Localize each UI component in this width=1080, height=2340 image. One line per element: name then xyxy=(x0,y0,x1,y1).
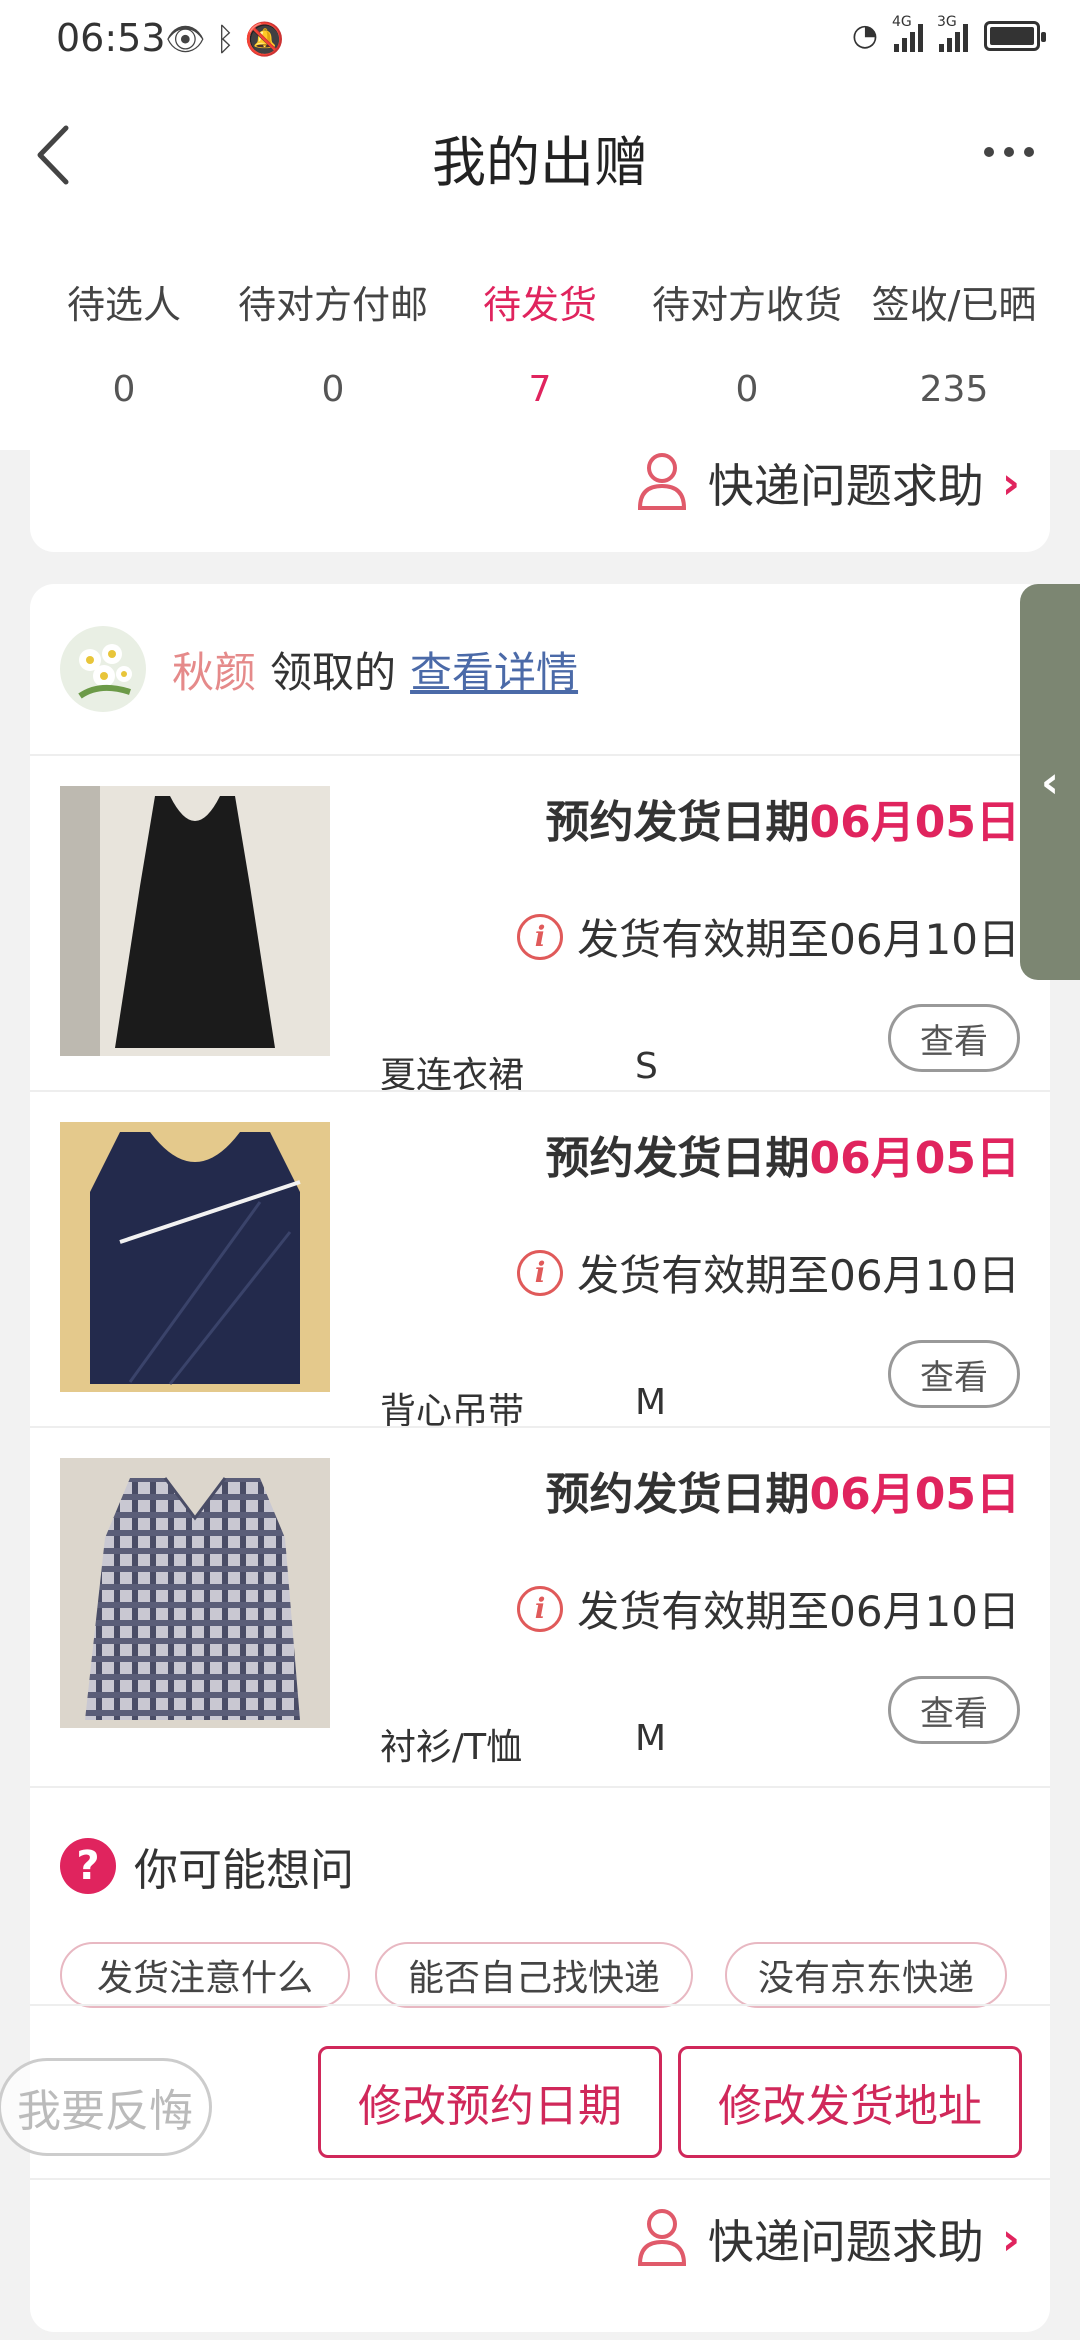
battery-icon xyxy=(984,20,1046,51)
item-size: M xyxy=(635,1382,667,1423)
ship-validity: i 发货有效期至06月10日 xyxy=(517,906,1020,967)
item-size: S xyxy=(635,1046,658,1087)
tab-label: 待选人 xyxy=(66,283,181,327)
courier-help-link[interactable]: 快递问题求助 › xyxy=(634,450,1020,516)
faq-chip[interactable]: 能否自己找快递 xyxy=(375,1942,693,2008)
info-icon: i xyxy=(517,913,564,960)
bell-muted-icon: 🔕 xyxy=(244,20,285,58)
view-button[interactable]: 查看 xyxy=(888,1004,1020,1072)
list-item[interactable]: 预约发货日期06月05日 i 发货有效期至06月10日 衬衫/T恤 M 查看 xyxy=(30,1426,1050,1768)
faq-title: ? 你可能想问 xyxy=(60,1834,354,1898)
tab-pending-receipt[interactable]: 待对方收货 0 xyxy=(647,274,847,410)
item-thumbnail[interactable] xyxy=(60,786,330,1056)
view-details-link[interactable]: 查看详情 xyxy=(410,639,578,700)
change-address-button[interactable]: 修改发货地址 xyxy=(678,2046,1022,2158)
status-bar: 06:53 👁 ᛒ 🔕 ◔ 4G 3G xyxy=(0,0,1080,80)
status-tabs: 待选人 0 待对方付邮 0 待发货 7 待对方收货 0 签收/已晒 235 xyxy=(0,250,1080,450)
more-dots-icon xyxy=(984,147,994,157)
tab-label: 签收/已晒 xyxy=(871,283,1037,327)
ship-validity: i 发货有效期至06月10日 xyxy=(517,1242,1020,1303)
help-label: 快递问题求助 xyxy=(707,2215,984,2269)
side-drawer-tab[interactable]: ‹ xyxy=(1020,584,1080,980)
item-thumbnail[interactable] xyxy=(60,1458,330,1728)
question-icon: ? xyxy=(60,1838,116,1894)
status-time: 06:53 xyxy=(56,16,166,60)
tab-count: 0 xyxy=(735,369,759,410)
tab-pending-select[interactable]: 待选人 0 xyxy=(64,274,184,410)
tab-count: 0 xyxy=(321,369,345,410)
tab-count: 0 xyxy=(112,369,136,410)
chevron-left-icon: ‹ xyxy=(1040,756,1060,808)
tab-label: 待对方付邮 xyxy=(237,283,428,327)
person-icon xyxy=(634,2206,690,2272)
status-icons-right: ◔ 4G 3G xyxy=(851,14,1046,53)
chevron-right-icon: › xyxy=(1001,2213,1020,2265)
bottom-help-row: 快递问题求助 › xyxy=(30,2178,1050,2298)
scheduled-ship-date: 预约发货日期06月05日 xyxy=(545,1469,1020,1520)
ship-validity: i 发货有效期至06月10日 xyxy=(517,1578,1020,1639)
tab-pending-shipment[interactable]: 待发货 7 xyxy=(480,274,600,410)
avatar[interactable] xyxy=(60,626,146,712)
faq-chip[interactable]: 发货注意什么 xyxy=(60,1942,350,2008)
view-button[interactable]: 查看 xyxy=(888,1340,1020,1408)
donor-row: 秋颜 领取的 查看详情 xyxy=(60,614,578,724)
help-label: 快递问题求助 xyxy=(707,459,984,513)
signal-3g-icon: 3G xyxy=(937,14,968,52)
tab-count: 7 xyxy=(528,369,552,410)
list-item[interactable]: 预约发货日期06月05日 i 发货有效期至06月10日 夏连衣裙 S 查看 xyxy=(30,754,1050,1096)
tab-pending-postage[interactable]: 待对方付邮 0 xyxy=(233,274,433,410)
status-icons-left: 👁 ᛒ 🔕 xyxy=(165,20,285,58)
courier-help-link[interactable]: 快递问题求助 › xyxy=(634,2206,1020,2272)
change-date-button[interactable]: 修改预约日期 xyxy=(318,2046,662,2158)
regret-button[interactable]: 我要反悔 xyxy=(0,2058,212,2156)
previous-card: 快递问题求助 › xyxy=(30,430,1050,552)
view-button[interactable]: 查看 xyxy=(888,1676,1020,1744)
person-icon xyxy=(634,450,690,516)
tab-label: 待发货 xyxy=(482,283,597,327)
faq-chip[interactable]: 没有京东快递 xyxy=(725,1942,1007,2008)
bluetooth-icon: ᛒ xyxy=(215,20,235,58)
signal-4g-icon: 4G xyxy=(892,14,923,52)
eye-icon: 👁 xyxy=(165,20,206,58)
page-title: 我的出赠 xyxy=(432,131,648,194)
donor-name[interactable]: 秋颜 xyxy=(172,639,256,700)
chevron-right-icon: › xyxy=(1001,457,1020,509)
item-size: M xyxy=(635,1718,667,1759)
item-name: 衬衫/T恤 xyxy=(380,1727,523,1768)
more-button[interactable] xyxy=(984,132,1044,172)
tab-signed-shared[interactable]: 签收/已晒 235 xyxy=(868,274,1040,410)
tab-count: 235 xyxy=(919,369,989,410)
wifi-icon: ◔ xyxy=(851,18,878,53)
list-item[interactable]: 预约发货日期06月05日 i 发货有效期至06月10日 背心吊带 M 查看 xyxy=(30,1090,1050,1432)
info-icon: i xyxy=(517,1585,564,1632)
item-thumbnail[interactable] xyxy=(60,1122,330,1392)
info-icon: i xyxy=(517,1249,564,1296)
scheduled-ship-date: 预约发货日期06月05日 xyxy=(545,797,1020,848)
faq-section: ? 你可能想问 发货注意什么 能否自己找快递 没有京东快递 xyxy=(30,1786,1050,2008)
scheduled-ship-date: 预约发货日期06月05日 xyxy=(545,1133,1020,1184)
tab-label: 待对方收货 xyxy=(651,283,842,327)
header: 我的出赠 xyxy=(0,80,1080,250)
donor-action-text: 领取的 xyxy=(270,647,397,697)
